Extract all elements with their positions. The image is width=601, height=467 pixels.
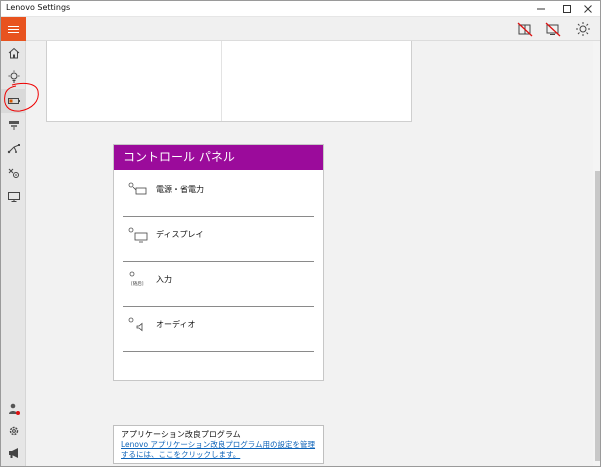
- brightness-icon: [576, 22, 590, 36]
- audio-settings-icon: [128, 317, 143, 332]
- control-panel-card: コントロール パネル 電源・省電力 ディスプレイ [随后] 入力 オーディオ: [113, 144, 324, 381]
- gear-icon: [9, 426, 18, 436]
- keyboard-icon-text: [随后]: [131, 280, 144, 287]
- improvement-program-title: アプリケーション改良プログラム: [121, 430, 241, 439]
- keyboard-settings-icon: [随后]: [129, 271, 144, 287]
- home-icon: [8, 47, 19, 59]
- top-toolbar: [26, 17, 600, 41]
- menu-bar-3: [8, 31, 19, 33]
- sidebar: [1, 17, 26, 466]
- sidebar-item-devices[interactable]: [1, 137, 26, 161]
- sidebar-item-network[interactable]: [1, 113, 26, 137]
- control-panel-item-audio[interactable]: オーディオ: [123, 307, 314, 352]
- title-bar: Lenovo Settings: [1, 1, 600, 17]
- sidebar-item-display[interactable]: [1, 185, 26, 209]
- control-panel-item-label: オーディオ: [156, 320, 196, 329]
- control-panel-title: コントロール パネル: [114, 145, 323, 170]
- control-panel-item-power[interactable]: 電源・省電力: [123, 172, 314, 217]
- menu-bar-1: [8, 25, 19, 27]
- control-panel-item-label: 電源・省電力: [156, 185, 204, 194]
- sidebar-item-feedback[interactable]: [1, 441, 26, 465]
- close-icon: [584, 5, 592, 13]
- control-panel-item-display[interactable]: ディスプレイ: [123, 217, 314, 262]
- app-window: Lenovo Settings コントロール パネル 電源・省電力 ディスプレイ…: [0, 0, 601, 467]
- power-settings-icon: [128, 182, 147, 195]
- minimize-button[interactable]: [527, 1, 555, 17]
- improvement-program-card: アプリケーション改良プログラム Lenovo アプリケーション改良プログラム用の…: [113, 425, 324, 464]
- display-settings-icon: [128, 227, 148, 243]
- display-icon: [7, 192, 20, 202]
- sidebar-item-home[interactable]: [1, 41, 26, 65]
- card-divider: [221, 41, 222, 121]
- control-panel-item-input[interactable]: [随后] 入力: [123, 262, 314, 307]
- top-content-card: [46, 41, 412, 122]
- vertical-scrollbar[interactable]: [593, 41, 600, 466]
- close-button[interactable]: [574, 1, 600, 17]
- maximize-icon: [563, 5, 571, 13]
- control-panel-item-label: ディスプレイ: [156, 230, 204, 239]
- app-gear-icon: [8, 168, 19, 178]
- camera-off-icon: [517, 22, 533, 37]
- sidebar-item-power[interactable]: [1, 89, 26, 113]
- improvement-program-link[interactable]: Lenovo アプリケーション改良プログラム用の設定を管理するには、ここをクリッ…: [121, 440, 319, 460]
- network-icon: [8, 121, 19, 130]
- window-title: Lenovo Settings: [6, 3, 71, 12]
- lightbulb-icon: [8, 70, 19, 83]
- usb-icon: [7, 144, 20, 154]
- screen-off-icon: [545, 22, 561, 37]
- menu-bar-2: [8, 28, 19, 30]
- control-panel-item-label: 入力: [156, 275, 172, 284]
- scrollbar-thumb[interactable]: [595, 171, 600, 461]
- sidebar-item-settings[interactable]: [1, 419, 26, 443]
- brightness-button[interactable]: [574, 21, 592, 37]
- sidebar-item-apps[interactable]: [1, 161, 26, 185]
- minimize-icon: [537, 8, 545, 10]
- sidebar-item-idea[interactable]: [1, 65, 26, 89]
- sidebar-item-account[interactable]: [1, 397, 26, 421]
- megaphone-icon: [8, 448, 18, 458]
- user-icon: [8, 403, 20, 415]
- battery-icon: [7, 98, 20, 104]
- hamburger-menu-button[interactable]: [1, 17, 26, 41]
- camera-privacy-button[interactable]: [516, 21, 534, 37]
- mic-privacy-button[interactable]: [544, 21, 562, 37]
